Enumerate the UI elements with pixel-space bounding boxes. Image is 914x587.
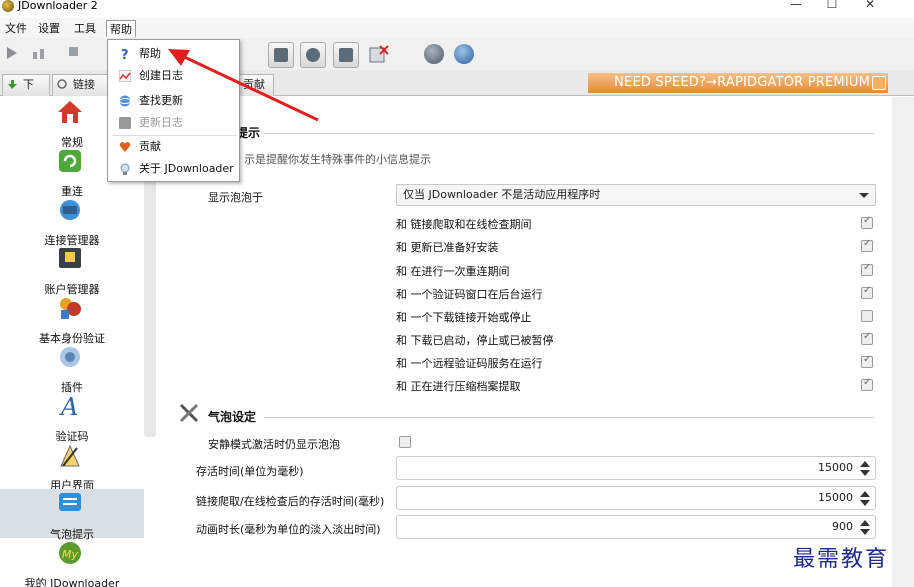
annotation-arrow-icon: [168, 49, 319, 122]
watermark: 最需教育: [793, 547, 890, 572]
